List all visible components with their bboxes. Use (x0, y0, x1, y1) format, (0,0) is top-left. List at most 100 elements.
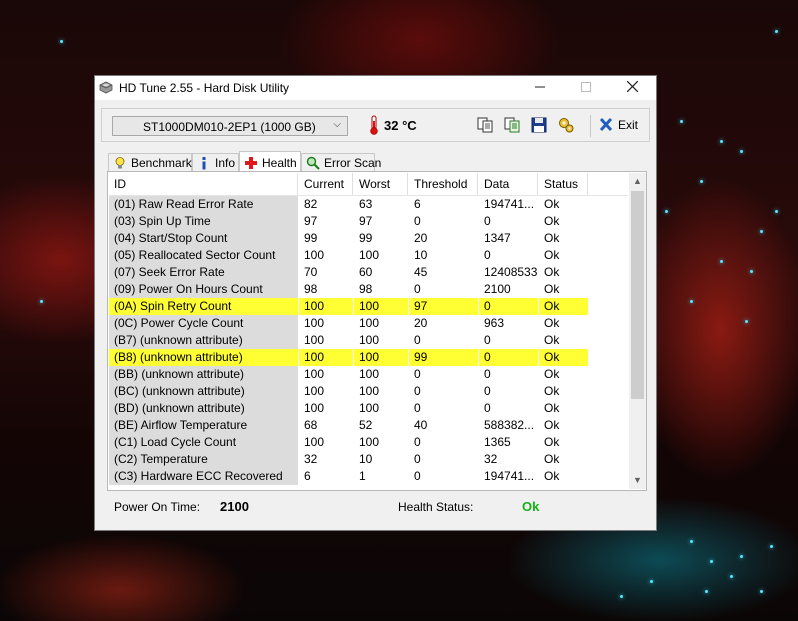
row-status: Ok (544, 367, 560, 381)
row-worst: 63 (359, 197, 373, 211)
header-status[interactable]: Status (539, 173, 588, 195)
table-row[interactable]: (0C) Power Cycle Count 100 100 20 963 Ok (109, 315, 628, 332)
header-threshold[interactable]: Threshold (409, 173, 478, 195)
row-status: Ok (544, 452, 560, 466)
sparkle (720, 260, 723, 263)
row-worst: 60 (359, 265, 373, 279)
header-worst[interactable]: Worst (354, 173, 408, 195)
tab-benchmark[interactable]: Benchmark (108, 153, 192, 171)
tab-info[interactable]: Info (192, 153, 239, 171)
minimize-icon (535, 86, 545, 88)
row-status: Ok (544, 469, 560, 483)
power-on-label: Power On Time: (114, 500, 201, 514)
table-row[interactable]: (07) Seek Error Rate 70 60 45 12408533 Ok (109, 264, 628, 281)
chevron-down-icon: ⌵ (333, 119, 341, 130)
row-worst: 100 (359, 367, 380, 381)
table-row[interactable]: (B8) (unknown attribute) 100 100 99 0 Ok (109, 349, 628, 366)
maximize-button[interactable] (563, 76, 609, 100)
row-current: 100 (304, 401, 325, 415)
close-button[interactable] (609, 76, 655, 100)
row-data: 194741... (484, 197, 535, 211)
table-row[interactable]: (09) Power On Hours Count 98 98 0 2100 Ok (109, 281, 628, 298)
header-data[interactable]: Data (479, 173, 538, 195)
row-status: Ok (544, 265, 560, 279)
row-threshold: 0 (414, 452, 421, 466)
row-id: (0C) Power Cycle Count (109, 315, 298, 332)
row-status: Ok (544, 214, 560, 228)
table-row[interactable]: (BC) (unknown attribute) 100 100 0 0 Ok (109, 383, 628, 400)
scroll-up-icon[interactable]: ▲ (629, 173, 646, 190)
row-worst: 100 (359, 401, 380, 415)
table-row[interactable]: (C2) Temperature 32 10 0 32 Ok (109, 451, 628, 468)
scroll-down-icon[interactable]: ▼ (629, 472, 646, 489)
health-status-value: Ok (522, 499, 540, 514)
table-row[interactable]: (C1) Load Cycle Count 100 100 0 1365 Ok (109, 434, 628, 451)
minimize-button[interactable] (517, 76, 563, 100)
title-bar[interactable]: HD Tune 2.55 - Hard Disk Utility (95, 76, 656, 100)
row-data: 12408533 (484, 265, 538, 279)
row-worst: 100 (354, 298, 408, 315)
row-threshold: 45 (414, 265, 428, 279)
sparkle (40, 300, 43, 303)
row-id: (BD) (unknown attribute) (109, 400, 298, 417)
row-status: Ok (544, 384, 560, 398)
sparkle (710, 560, 713, 563)
tab-error-scan[interactable]: Error Scan (301, 153, 381, 171)
row-status: Ok (544, 282, 560, 296)
vertical-scrollbar[interactable]: ▲ ▼ (629, 173, 646, 489)
row-worst: 1 (359, 469, 366, 483)
table-row[interactable]: (0A) Spin Retry Count 100 100 97 0 Ok (109, 298, 628, 315)
thermometer-icon (370, 115, 378, 135)
table-row[interactable]: (01) Raw Read Error Rate 82 63 6 194741... Ok (109, 196, 628, 213)
maximize-icon (581, 82, 591, 92)
tab-health[interactable]: Health (239, 151, 301, 172)
row-threshold: 40 (414, 418, 428, 432)
table-row[interactable]: (BB) (unknown attribute) 100 100 0 0 Ok (109, 366, 628, 383)
table-row[interactable]: (BE) Airflow Temperature 68 52 40 588382... O… (109, 417, 628, 434)
row-worst: 100 (359, 316, 380, 330)
copy-icon[interactable] (475, 115, 495, 135)
row-threshold: 0 (414, 384, 421, 398)
row-data: 0 (484, 367, 491, 381)
row-worst: 97 (359, 214, 373, 228)
row-data: 1347 (484, 231, 511, 245)
row-data: 0 (484, 214, 491, 228)
table-row[interactable]: (04) Start/Stop Count 99 99 20 1347 Ok (109, 230, 628, 247)
table-row[interactable]: (C3) Hardware ECC Recovered 6 1 0 194741... O… (109, 468, 628, 485)
row-id: (BE) Airflow Temperature (109, 417, 298, 434)
smart-table[interactable]: ID Current Worst Threshold Data Status (… (109, 173, 628, 489)
sparkle (775, 210, 778, 213)
row-current: 70 (304, 265, 318, 279)
row-status: Ok (544, 333, 560, 347)
row-threshold: 20 (414, 231, 428, 245)
sparkle (650, 580, 653, 583)
save-icon[interactable] (529, 115, 549, 135)
row-status: Ok (544, 248, 560, 262)
options-icon[interactable] (556, 115, 576, 135)
magnifier-icon (306, 156, 320, 170)
row-data: 0 (484, 384, 491, 398)
table-row[interactable]: (B7) (unknown attribute) 100 100 0 0 Ok (109, 332, 628, 349)
drive-select[interactable]: ST1000DM010-2EP1 (1000 GB) ⌵ (112, 116, 348, 136)
sparkle (740, 150, 743, 153)
row-id: (BC) (unknown attribute) (109, 383, 298, 400)
copy-all-icon[interactable] (502, 115, 522, 135)
header-current[interactable]: Current (299, 173, 353, 195)
red-cross-icon (245, 157, 257, 169)
header-id[interactable]: ID (109, 173, 298, 195)
row-status: Ok (544, 316, 560, 330)
table-row[interactable]: (05) Reallocated Sector Count 100 100 10 0 Ok (109, 247, 628, 264)
table-row[interactable]: (BD) (unknown attribute) 100 100 0 0 Ok (109, 400, 628, 417)
scroll-thumb[interactable] (631, 191, 644, 399)
row-id: (05) Reallocated Sector Count (109, 247, 298, 264)
row-data: 194741... (484, 469, 535, 483)
table-row[interactable]: (03) Spin Up Time 97 97 0 0 Ok (109, 213, 628, 230)
sparkle (690, 540, 693, 543)
row-current: 82 (304, 197, 318, 211)
close-icon (626, 80, 638, 93)
row-id: (BB) (unknown attribute) (109, 366, 298, 383)
row-data: 588382... (484, 418, 535, 432)
row-threshold: 10 (414, 248, 428, 262)
row-threshold: 0 (414, 333, 421, 347)
status-bar: Power On Time: 2100 Health Status: Ok (107, 494, 647, 518)
